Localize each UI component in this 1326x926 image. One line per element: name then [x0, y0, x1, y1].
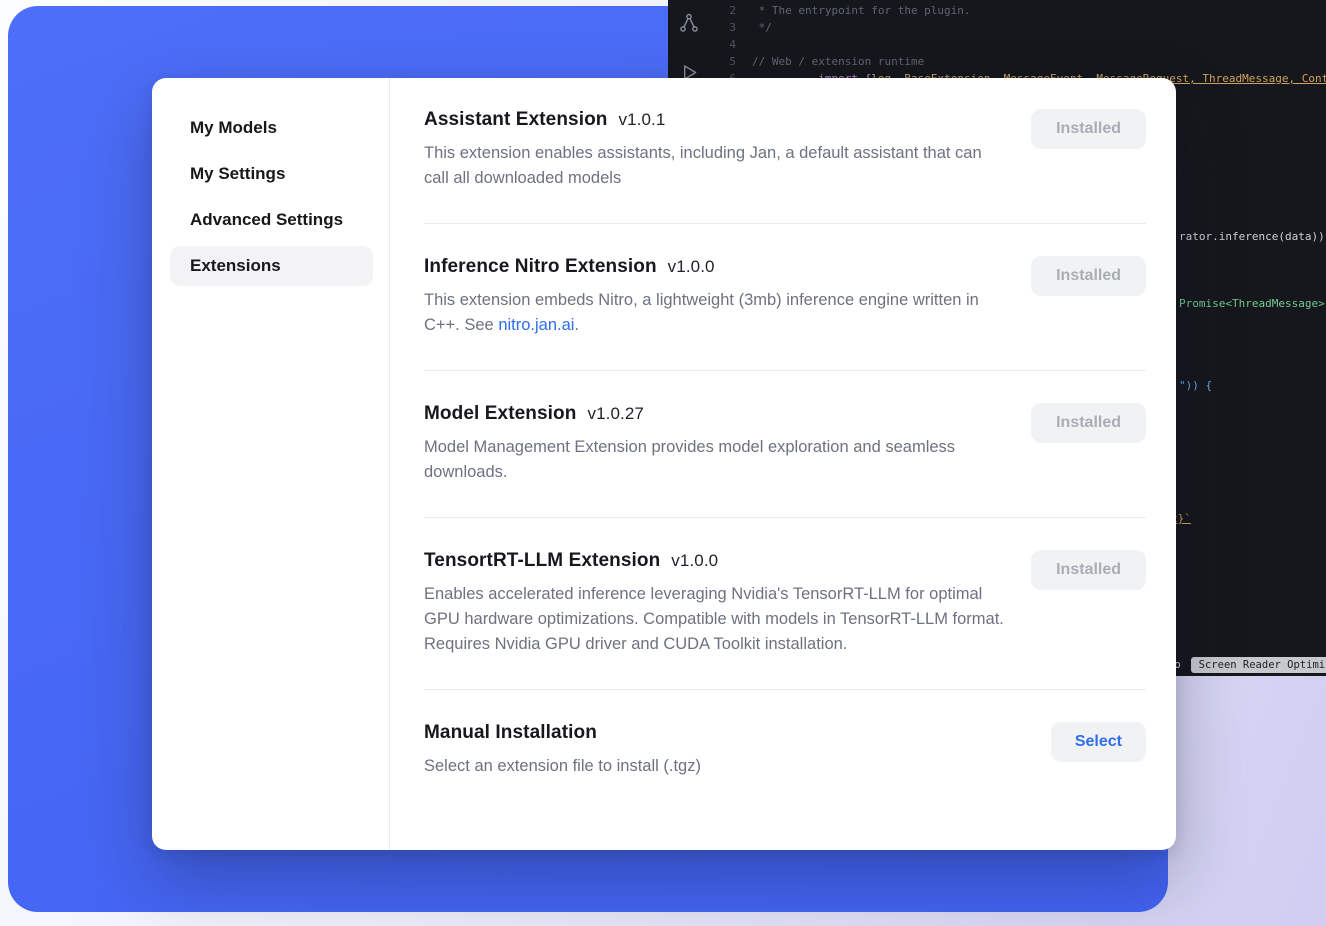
settings-sidebar: My Models My Settings Advanced Settings …: [152, 78, 390, 850]
extension-title: Assistant Extensionv1.0.1: [424, 109, 1006, 131]
code-text: * The entrypoint for the plugin.: [752, 4, 971, 17]
extension-version: v1.0.1: [619, 110, 666, 129]
sidebar-item-my-models[interactable]: My Models: [170, 108, 373, 148]
select-file-button[interactable]: Select: [1051, 722, 1146, 762]
code-line: 3 */: [710, 19, 1326, 36]
installed-button[interactable]: Installed: [1031, 403, 1146, 443]
code-line: 4: [710, 36, 1326, 53]
extension-row-model: Model Extensionv1.0.27 Model Management …: [424, 403, 1146, 485]
sidebar-item-advanced-settings[interactable]: Advanced Settings: [170, 200, 373, 240]
extension-title: TensortRT-LLM Extensionv1.0.0: [424, 550, 1006, 572]
code-line: 2 * The entrypoint for the plugin.: [710, 2, 1326, 19]
extension-version: v1.0.0: [668, 257, 715, 276]
code-fragment: rator.inference(data));: [1179, 230, 1326, 243]
divider: [424, 689, 1146, 690]
settings-modal: My Models My Settings Advanced Settings …: [152, 78, 1176, 850]
extension-version: v1.0.0: [671, 551, 718, 570]
extension-title: Model Extensionv1.0.27: [424, 403, 1006, 425]
line-number: 5: [710, 55, 736, 68]
line-number: 3: [710, 21, 736, 34]
installed-button[interactable]: Installed: [1031, 550, 1146, 590]
extension-row-assistant: Assistant Extensionv1.0.1 This extension…: [424, 109, 1146, 191]
code-text: */: [752, 21, 772, 34]
installed-button[interactable]: Installed: [1031, 109, 1146, 149]
extension-description: This extension embeds Nitro, a lightweig…: [424, 288, 1006, 338]
sidebar-item-extensions[interactable]: Extensions: [170, 246, 373, 286]
code-area: 2 * The entrypoint for the plugin. 3 */ …: [710, 2, 1326, 87]
divider: [424, 223, 1146, 224]
code-fragment: ")) {: [1179, 379, 1212, 392]
extension-row-manual-install: Manual Installation Select an extension …: [424, 722, 1146, 779]
page: 2 * The entrypoint for the plugin. 3 */ …: [0, 0, 1326, 926]
nitro-jan-ai-link[interactable]: nitro.jan.ai: [498, 316, 574, 334]
sidebar-item-my-settings[interactable]: My Settings: [170, 154, 373, 194]
extension-description: This extension enables assistants, inclu…: [424, 141, 1006, 191]
screen-reader-chip: Screen Reader Optimize: [1191, 657, 1326, 673]
divider: [424, 517, 1146, 518]
extension-description: Enables accelerated inference leveraging…: [424, 582, 1006, 657]
extension-description: Select an extension file to install (.tg…: [424, 754, 701, 779]
extension-row-nitro: Inference Nitro Extensionv1.0.0 This ext…: [424, 256, 1146, 338]
code-fragment: Promise<ThreadMessage>: [1179, 297, 1325, 310]
line-number: 4: [710, 38, 736, 51]
divider: [424, 370, 1146, 371]
extensions-panel: Assistant Extensionv1.0.1 This extension…: [390, 78, 1176, 850]
line-number: 2: [710, 4, 736, 17]
extension-title: Manual Installation: [424, 722, 701, 744]
extension-description: Model Management Extension provides mode…: [424, 435, 1006, 485]
share-nodes-icon: [678, 12, 700, 38]
extension-version: v1.0.27: [587, 404, 643, 423]
installed-button[interactable]: Installed: [1031, 256, 1146, 296]
extension-title: Inference Nitro Extensionv1.0.0: [424, 256, 1006, 278]
extension-row-tensorrt: TensortRT-LLM Extensionv1.0.0 Enables ac…: [424, 550, 1146, 657]
